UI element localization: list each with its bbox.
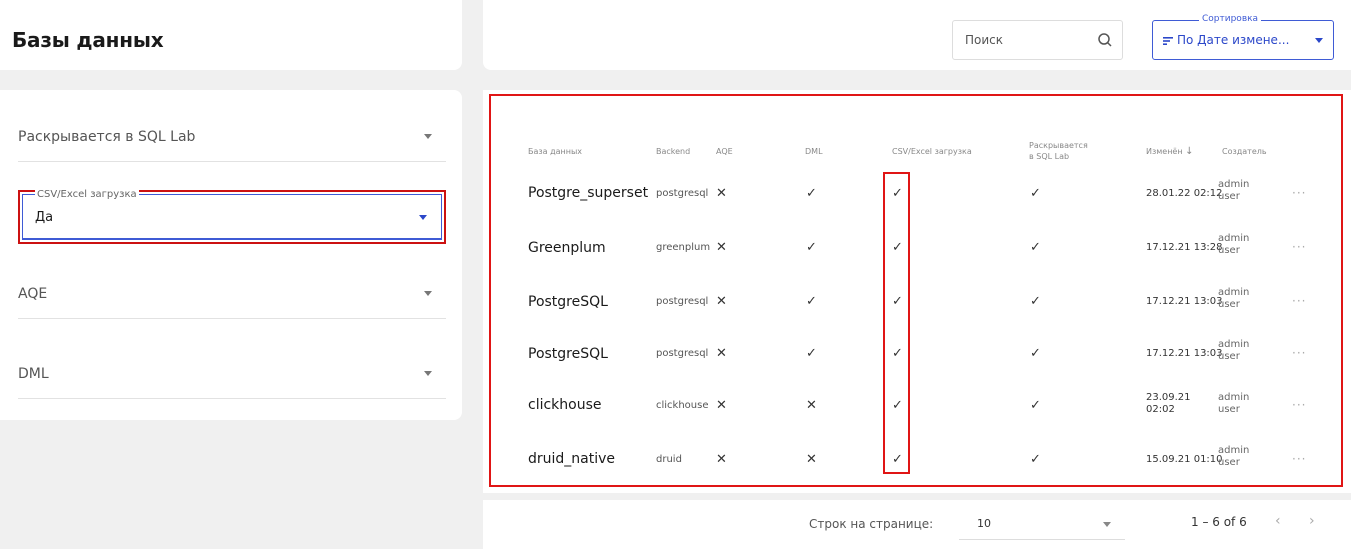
header-csv[interactable]: CSV/Excel загрузка — [892, 146, 972, 157]
row-actions-menu[interactable]: ··· — [1292, 452, 1306, 466]
cell-creator: admin user — [1218, 339, 1250, 362]
caret-down-icon — [424, 134, 432, 139]
cell-csv: ✓ — [892, 294, 903, 309]
cell-aqe: ✕ — [716, 452, 727, 467]
cell-backend: postgresql — [656, 188, 709, 199]
rows-per-page-select[interactable]: 10 — [959, 508, 1125, 540]
cell-exposed: ✓ — [1030, 398, 1041, 413]
page-range: 1 – 6 of 6 — [1191, 515, 1247, 529]
header-aqe[interactable]: AQE — [716, 146, 733, 157]
filter-label: CSV/Excel загрузка — [35, 189, 139, 200]
filter-dml[interactable]: DML — [18, 351, 446, 399]
header-creator[interactable]: Создатель — [1222, 146, 1267, 157]
cell-backend: postgresql — [656, 348, 709, 359]
cell-creator: admin user — [1218, 445, 1250, 468]
header-backend[interactable]: Backend — [656, 146, 690, 157]
pagination-bar: Строк на странице: 10 1 – 6 of 6 ‹ › — [483, 500, 1351, 549]
row-actions-menu[interactable]: ··· — [1292, 186, 1306, 200]
cell-modified: 17.12.21 13:03 — [1146, 296, 1223, 307]
caret-down-icon — [1103, 522, 1111, 527]
sort-icon — [1163, 37, 1173, 45]
cell-csv: ✓ — [892, 398, 903, 413]
cell-backend: druid — [656, 454, 682, 465]
cell-dml: ✓ — [806, 240, 817, 255]
header-modified-label: Изменён — [1146, 147, 1183, 156]
header-exposed[interactable]: Раскрывается в SQL Lab — [1029, 140, 1089, 162]
cell-exposed: ✓ — [1030, 240, 1041, 255]
cell-database-name[interactable]: Greenplum — [528, 240, 606, 256]
header-database[interactable]: База данных — [528, 146, 582, 157]
cell-modified: 17.12.21 13:03 — [1146, 348, 1223, 359]
cell-database-name[interactable]: clickhouse — [528, 397, 602, 413]
cell-backend: postgresql — [656, 296, 709, 307]
toolbar: Поиск Сортировка По Дате измене... — [483, 0, 1351, 70]
cell-database-name[interactable]: PostgreSQL — [528, 346, 608, 362]
sort-select[interactable]: Сортировка По Дате измене... — [1152, 14, 1334, 60]
cell-database-name[interactable]: PostgreSQL — [528, 294, 608, 310]
page-title: Базы данных — [12, 28, 164, 52]
row-actions-menu[interactable]: ··· — [1292, 294, 1306, 308]
cell-csv: ✓ — [892, 240, 903, 255]
cell-csv: ✓ — [892, 452, 903, 467]
prev-page-button[interactable]: ‹ — [1275, 513, 1281, 529]
cell-exposed: ✓ — [1030, 294, 1041, 309]
cell-dml: ✕ — [806, 398, 817, 413]
caret-down-icon — [424, 291, 432, 296]
header-dml[interactable]: DML — [805, 146, 823, 157]
cell-exposed: ✓ — [1030, 186, 1041, 201]
cell-modified: 23.09.21 02:02 — [1146, 392, 1191, 415]
cell-dml: ✓ — [806, 346, 817, 361]
filter-sql-lab[interactable]: Раскрывается в SQL Lab — [18, 114, 446, 162]
search-input[interactable]: Поиск — [952, 20, 1123, 60]
sort-label: Сортировка — [1199, 14, 1262, 24]
filter-csv-upload[interactable]: CSV/Excel загрузка Да — [18, 189, 446, 244]
cell-creator: admin user — [1218, 179, 1250, 202]
cell-creator: admin user — [1218, 287, 1250, 310]
sort-arrow-icon: ↓ — [1185, 146, 1194, 157]
cell-dml: ✓ — [806, 186, 817, 201]
row-actions-menu[interactable]: ··· — [1292, 398, 1306, 412]
cell-aqe: ✕ — [716, 186, 727, 201]
search-icon[interactable] — [1097, 32, 1113, 48]
filter-aqe[interactable]: AQE — [18, 271, 446, 319]
filter-label: Раскрывается в SQL Lab — [18, 129, 196, 145]
caret-down-icon — [424, 371, 432, 376]
cell-backend: greenplum — [656, 242, 711, 253]
header-modified[interactable]: Изменён ↓ — [1146, 146, 1194, 157]
cell-exposed: ✓ — [1030, 346, 1041, 361]
cell-creator: admin user — [1218, 233, 1250, 256]
search-placeholder: Поиск — [965, 33, 1004, 47]
cell-aqe: ✕ — [716, 294, 727, 309]
cell-csv: ✓ — [892, 186, 903, 201]
rows-per-page-label: Строк на странице: — [809, 517, 934, 531]
cell-dml: ✓ — [806, 294, 817, 309]
cell-csv: ✓ — [892, 346, 903, 361]
filter-label: DML — [18, 366, 49, 382]
cell-database-name[interactable]: Postgre_superset — [528, 185, 648, 201]
filter-label: AQE — [18, 286, 48, 302]
cell-dml: ✕ — [806, 452, 817, 467]
sort-value: По Дате измене... — [1177, 33, 1290, 47]
title-card: Базы данных — [0, 0, 462, 70]
caret-down-icon — [419, 215, 427, 220]
cell-modified: 28.01.22 02:12 — [1146, 188, 1223, 199]
cell-exposed: ✓ — [1030, 452, 1041, 467]
row-actions-menu[interactable]: ··· — [1292, 240, 1306, 254]
cell-creator: admin user — [1218, 392, 1250, 415]
cell-database-name[interactable]: druid_native — [528, 451, 615, 467]
row-actions-menu[interactable]: ··· — [1292, 346, 1306, 360]
cell-modified: 15.09.21 01:10 — [1146, 454, 1223, 465]
filter-value: Да — [35, 210, 54, 225]
cell-aqe: ✕ — [716, 398, 727, 413]
cell-modified: 17.12.21 13:28 — [1146, 242, 1223, 253]
next-page-button[interactable]: › — [1309, 513, 1315, 529]
cell-aqe: ✕ — [716, 240, 727, 255]
rows-per-page-value: 10 — [977, 517, 991, 530]
cell-aqe: ✕ — [716, 346, 727, 361]
caret-down-icon — [1315, 38, 1323, 43]
cell-backend: clickhouse — [656, 400, 709, 411]
